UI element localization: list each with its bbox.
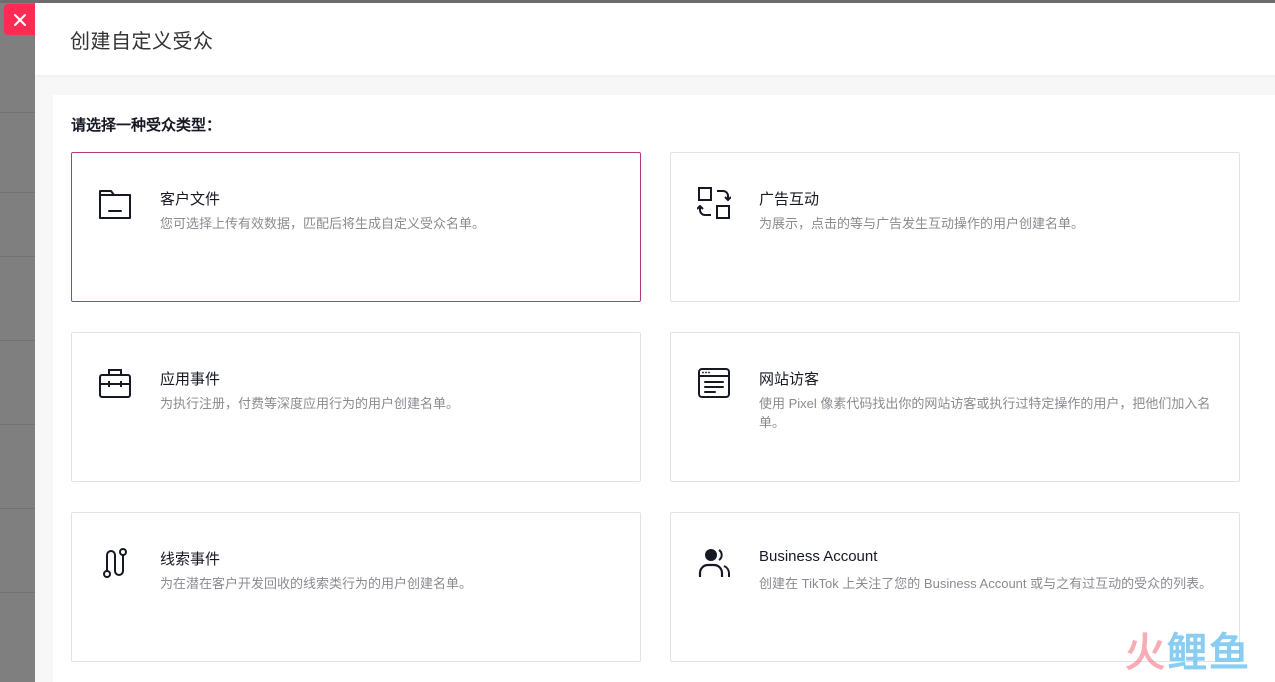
close-icon: [13, 13, 26, 26]
route-icon: [103, 548, 127, 578]
card-title: 客户文件: [160, 191, 221, 208]
card-title: Business Account: [759, 548, 878, 565]
card-description: 为在潜在客户开发回收的线索类行为的用户创建名单。: [160, 576, 473, 591]
audience-card-ad-interaction[interactable]: 广告互动 为展示，点击的等与广告发生互动操作的用户创建名单。: [670, 152, 1240, 302]
backdrop-divider: [0, 256, 36, 257]
watermark-rest: 鲤鱼: [1167, 631, 1251, 675]
close-button[interactable]: [4, 4, 35, 35]
card-description: 为执行注册，付费等深度应用行为的用户创建名单。: [160, 396, 460, 411]
audience-type-prompt: 请选择一种受众类型：: [71, 117, 222, 134]
audience-card-website-visitors[interactable]: 网站访客 使用 Pixel 像素代码找出你的网站访客或执行过特定操作的用户，把他…: [670, 332, 1240, 482]
create-audience-drawer: 创建自定义受众 请选择一种受众类型： 客户文件 您可选择上传有效数据，匹配后将生…: [35, 3, 1275, 682]
backdrop-divider: [0, 112, 36, 113]
card-title: 线索事件: [160, 551, 221, 568]
interaction-icon: [697, 187, 731, 219]
backdrop-divider: [0, 340, 36, 341]
audience-card-app-events[interactable]: 应用事件 为执行注册，付费等深度应用行为的用户创建名单。: [71, 332, 641, 482]
card-description: 创建在 TikTok 上关注了您的 Business Account 或与之有过…: [759, 576, 1213, 591]
backdrop-divider: [0, 424, 36, 425]
card-title: 应用事件: [160, 371, 221, 388]
watermark-first-char: 火: [1125, 631, 1167, 675]
drawer-header: 创建自定义受众: [35, 3, 1275, 75]
card-title: 广告互动: [759, 191, 820, 208]
card-title: 网站访客: [759, 371, 820, 388]
users-icon: [698, 549, 730, 577]
audience-card-customer-file[interactable]: 客户文件 您可选择上传有效数据，匹配后将生成自定义受众名单。: [71, 152, 641, 302]
browser-icon: [698, 368, 730, 398]
briefcase-icon: [99, 369, 131, 398]
audience-card-lead-events[interactable]: 线索事件 为在潜在客户开发回收的线索类行为的用户创建名单。: [71, 512, 641, 662]
drawer-title: 创建自定义受众: [70, 31, 214, 53]
card-description: 为展示，点击的等与广告发生互动操作的用户创建名单。: [759, 216, 1085, 231]
card-description: 使用 Pixel 像素代码找出你的网站访客或执行过特定操作的用户，把他们加入名单…: [759, 396, 1211, 430]
backdrop-divider: [0, 592, 36, 593]
watermark-logo: 火鲤鱼: [1125, 620, 1251, 678]
folder-icon: [99, 190, 131, 219]
audience-type-panel: 请选择一种受众类型： 客户文件 您可选择上传有效数据，匹配后将生成自定义受众名单…: [53, 95, 1275, 682]
card-description: 您可选择上传有效数据，匹配后将生成自定义受众名单。: [160, 216, 486, 231]
backdrop-divider: [0, 508, 36, 509]
backdrop-divider: [0, 192, 36, 193]
